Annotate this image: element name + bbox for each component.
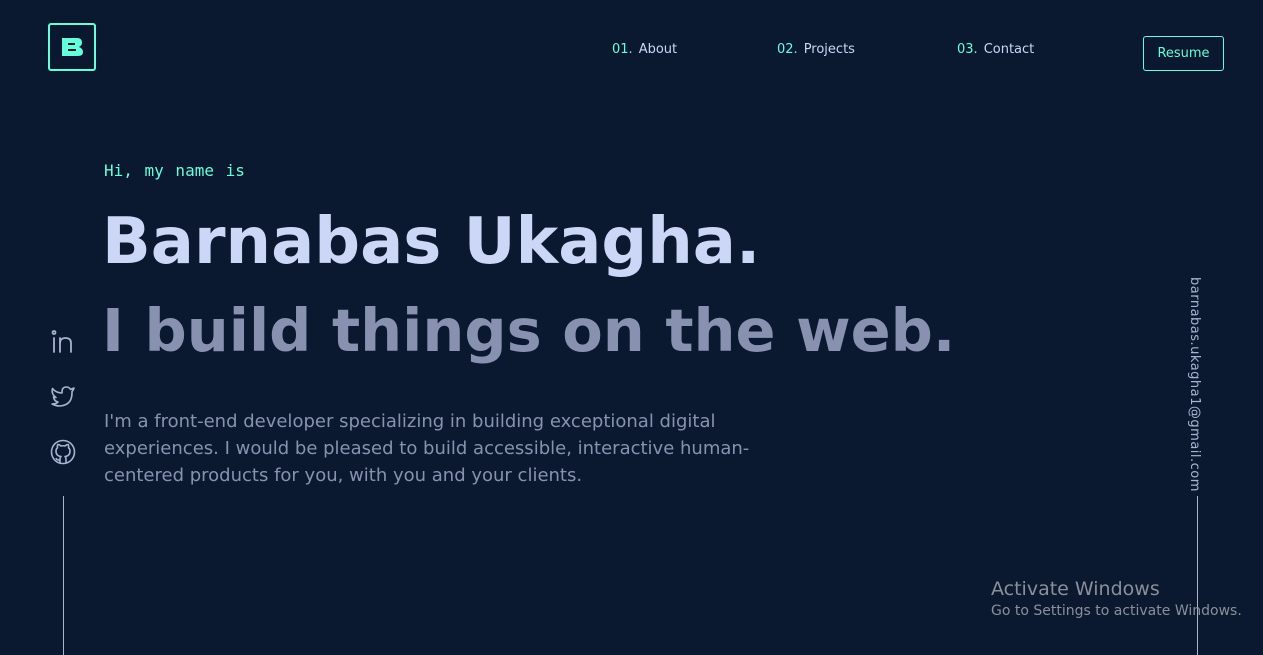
twitter-link[interactable] [48,381,78,411]
nav-number: 02. [777,42,798,57]
hero-intro: I'm a front-end developer specializing i… [104,411,750,486]
github-link[interactable] [48,437,78,467]
twitter-icon [51,386,75,407]
nav-label: Projects [803,42,855,57]
linkedin-icon [51,330,72,353]
linkedin-link[interactable] [48,326,78,356]
social-divider-line [63,496,64,655]
nav-number: 01. [612,42,633,57]
nav-label: About [638,42,678,57]
hero-name: Barnabas Ukagha. [102,205,761,279]
resume-button[interactable]: Resume [1143,36,1224,71]
windows-activation-watermark: Activate Windows Go to Settings to activ… [991,577,1242,621]
main-nav: 01. About 02. Projects 03. Contact [0,42,1263,62]
github-icon [50,439,76,465]
nav-item-about[interactable]: 01. About [612,42,677,57]
watermark-title: Activate Windows [991,578,1160,600]
watermark-subtitle: Go to Settings to activate Windows. [991,603,1242,619]
nav-number: 03. [957,42,978,57]
email-divider-line [1197,496,1198,655]
nav-label: Contact [983,42,1035,57]
hero-tagline: I build things on the web. [102,296,956,365]
email-link[interactable]: barnabas.ukagha1@gmail.com [1187,277,1202,492]
nav-item-projects[interactable]: 02. Projects [777,42,855,57]
nav-item-contact[interactable]: 03. Contact [957,42,1034,57]
greeting-text: Hi, my name is [104,161,245,180]
